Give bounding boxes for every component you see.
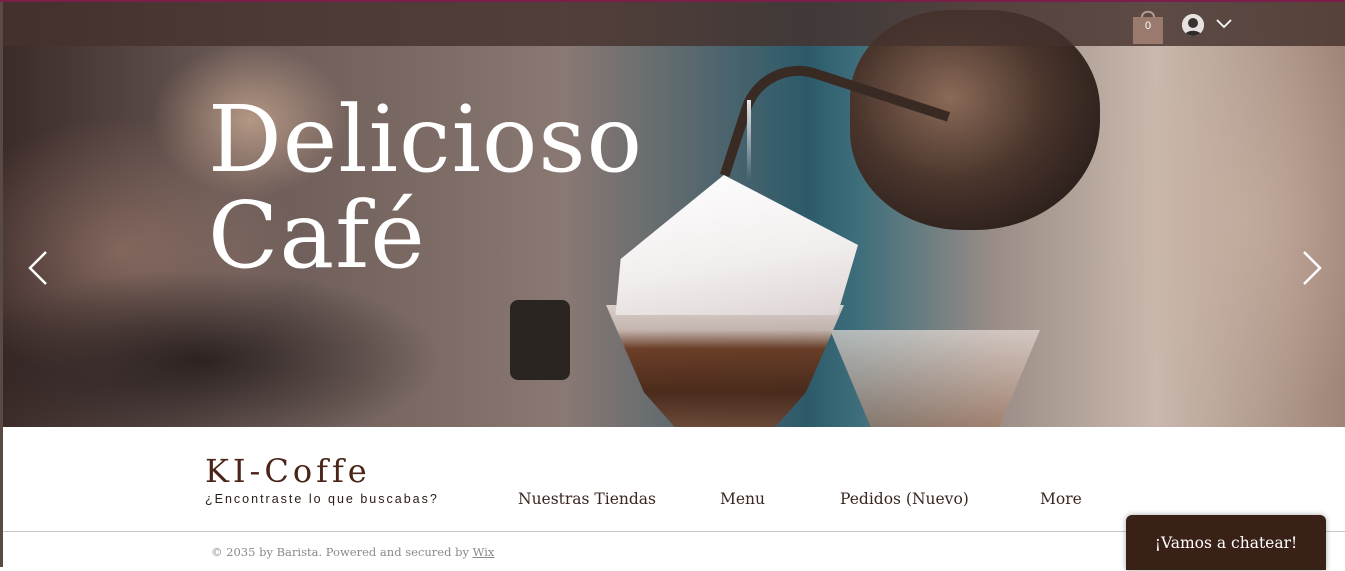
cart-count: 0 [1144, 20, 1152, 32]
brand-logo-text[interactable]: KI-Coffe [205, 453, 371, 489]
chevron-left-icon [28, 251, 47, 285]
hero-bg-water-drip [747, 100, 751, 180]
user-avatar[interactable] [1182, 14, 1204, 36]
hero-title-line2: Café [208, 182, 426, 289]
hero-title: Delicioso Café [208, 92, 643, 284]
hero-slideshow: Delicioso Café [0, 0, 1345, 427]
chat-button[interactable]: ¡Vamos a chatear! [1126, 515, 1326, 570]
tagline: ¿Encontraste lo que buscabas? [205, 492, 439, 506]
copyright-text: © 2035 by Barista. Powered and secured b… [211, 545, 494, 559]
chevron-right-icon [1303, 251, 1322, 285]
copyright-label: © 2035 by Barista. Powered and secured b… [211, 545, 473, 559]
wix-link[interactable]: Wix [473, 545, 495, 559]
top-header-bar: 0 [0, 2, 1345, 46]
nav-item-nuestras-tiendas[interactable]: Nuestras Tiendas [518, 490, 656, 508]
left-frame-border [0, 0, 3, 567]
hero-bg-glass [830, 330, 1040, 427]
chevron-down-icon[interactable] [1215, 18, 1233, 30]
user-avatar-icon [1182, 14, 1204, 36]
nav-item-menu[interactable]: Menu [720, 490, 765, 508]
top-accent-line [0, 0, 1345, 2]
hero-title-line1: Delicioso [208, 86, 643, 193]
hero-bg-bottle [510, 300, 570, 380]
slide-next-button[interactable] [1300, 248, 1324, 288]
cart-button[interactable]: 0 [1132, 6, 1164, 44]
slide-prev-button[interactable] [26, 248, 50, 288]
nav-item-pedidos[interactable]: Pedidos (Nuevo) [840, 490, 969, 508]
nav-item-more[interactable]: More [1040, 490, 1082, 508]
hero-bg-coffee-dripper [606, 305, 844, 427]
